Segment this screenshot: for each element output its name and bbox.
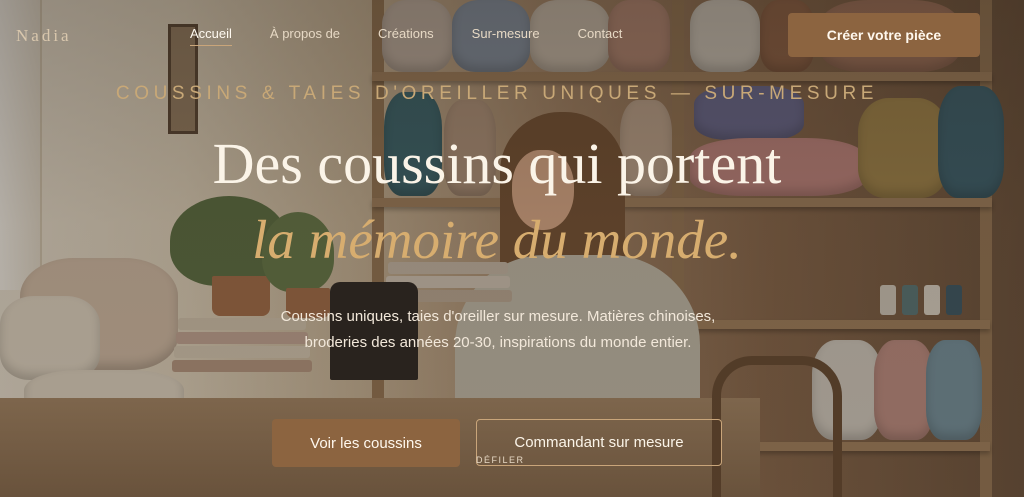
- create-piece-button[interactable]: Créer votre pièce: [788, 13, 980, 57]
- nav-item-contact[interactable]: Contact: [578, 26, 623, 41]
- brand-logo[interactable]: Nadia: [16, 26, 72, 46]
- scroll-hint[interactable]: DÉFILER: [476, 455, 525, 465]
- nav-item-a-propos[interactable]: À propos de: [270, 26, 340, 41]
- view-cushions-button[interactable]: Voir les coussins: [272, 419, 460, 467]
- hero-title-emphasis: la mémoire du monde.: [252, 209, 742, 270]
- nav-item-accueil[interactable]: Accueil: [190, 26, 232, 46]
- nav-item-creations[interactable]: Créations: [378, 26, 434, 41]
- hero-title: Des coussins qui portent: [212, 131, 782, 196]
- nav-item-sur-mesure[interactable]: Sur-mesure: [472, 26, 540, 41]
- hero-lead-text: Coussins uniques, taies d'oreiller sur m…: [280, 308, 716, 351]
- hero-kicker: COUSSINS & TAIES D'OREILLER UNIQUES — SU…: [115, 83, 879, 104]
- main-nav: Accueil À propos de Créations Sur-mesure…: [190, 26, 623, 46]
